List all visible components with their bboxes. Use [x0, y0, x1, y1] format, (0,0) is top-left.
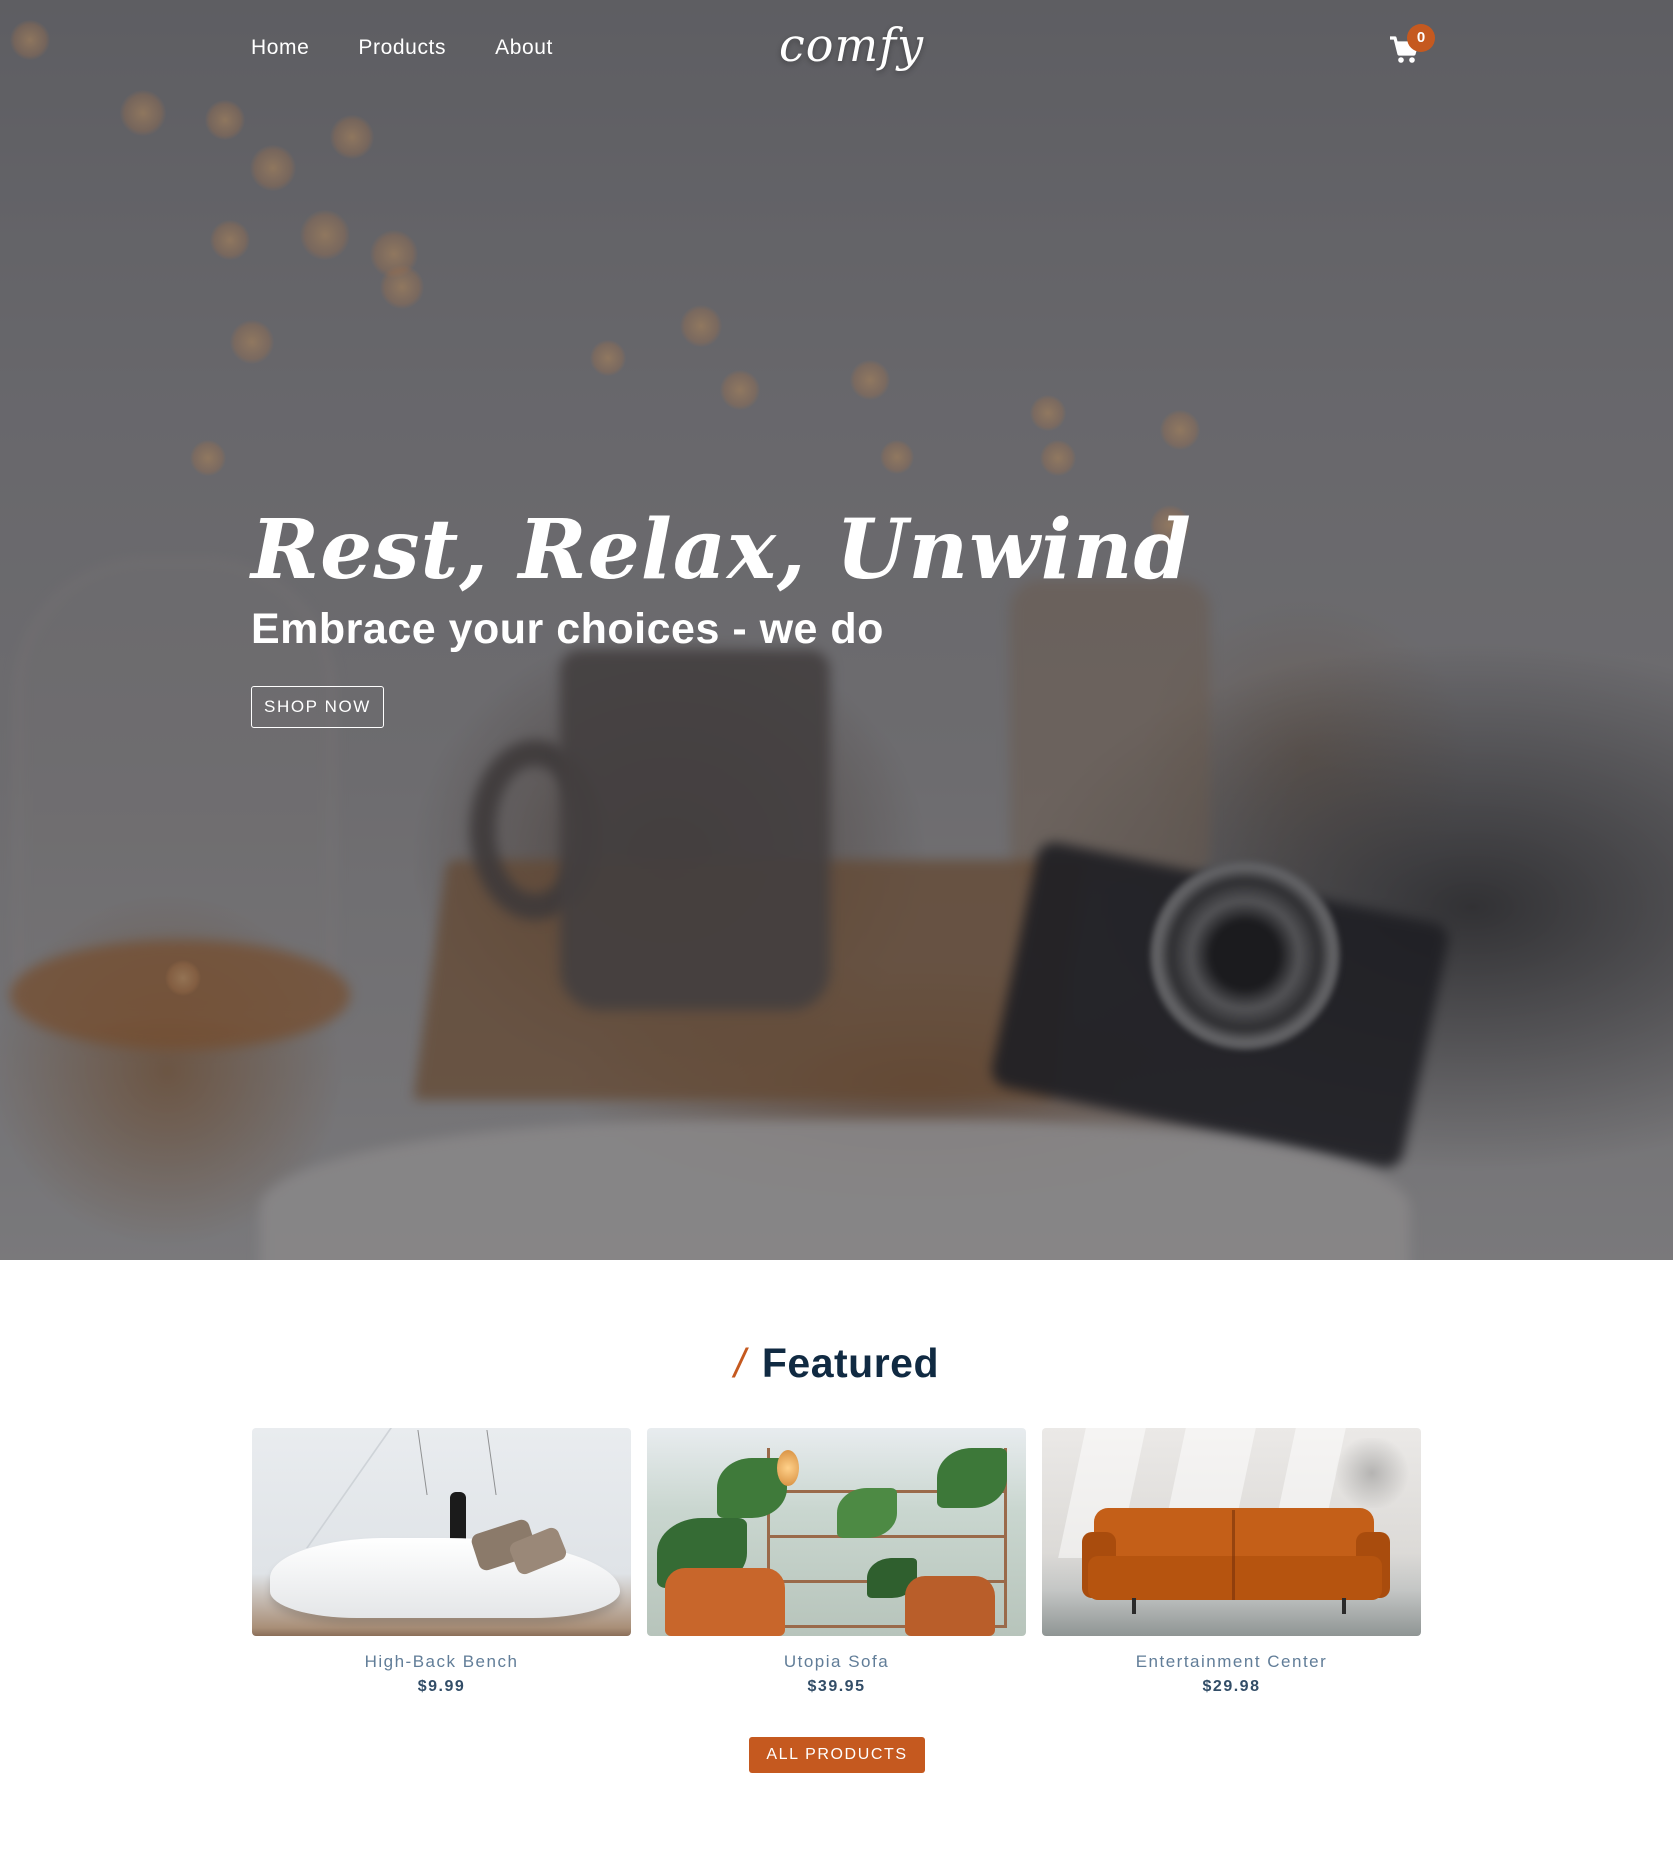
featured-section: / Featured High-Back Bench $9.99 Utopia … [0, 1260, 1673, 1852]
shopping-cart-icon [1388, 36, 1420, 70]
shop-now-button[interactable]: SHOP NOW [251, 686, 384, 729]
hero-title: Rest, Relax, Unwind [251, 502, 1192, 598]
plant-leaves [937, 1448, 1007, 1508]
heading-slash: / [733, 1340, 746, 1386]
product-image-entertainment-center[interactable] [1042, 1428, 1421, 1636]
wall-corner [252, 1428, 392, 1548]
featured-title-text: Featured [761, 1340, 940, 1386]
hero-banner: Home Products About comfy 0 Rest, Relax,… [0, 0, 1673, 1260]
plant-shadow [1332, 1438, 1412, 1508]
product-price: $29.98 [1202, 1678, 1261, 1695]
sofa-seam [1232, 1510, 1235, 1600]
all-products-button[interactable]: ALL PRODUCTS [749, 1737, 925, 1773]
product-name: Entertainment Center [1135, 1652, 1328, 1671]
hero-content: Rest, Relax, Unwind Embrace your choices… [251, 502, 1192, 729]
product-name: Utopia Sofa [783, 1652, 890, 1671]
orange-chair [665, 1568, 785, 1636]
product-image-sofa[interactable] [647, 1428, 1026, 1636]
decor-twigs [417, 1430, 497, 1495]
featured-products: High-Back Bench $9.99 Utopia Sofa $39.95 [252, 1428, 1421, 1696]
product-card[interactable]: Utopia Sofa $39.95 [647, 1428, 1026, 1696]
product-card[interactable]: High-Back Bench $9.99 [252, 1428, 631, 1696]
nav-links: Home Products About [251, 36, 553, 60]
hanging-lamp [777, 1450, 799, 1486]
sofa-leg [1342, 1598, 1346, 1614]
cart-count-badge: 0 [1407, 24, 1435, 52]
leather-sofa-seat [1088, 1556, 1382, 1600]
product-name: High-Back Bench [364, 1652, 519, 1671]
product-card[interactable]: Entertainment Center $29.98 [1042, 1428, 1421, 1696]
product-image-bench[interactable] [252, 1428, 631, 1636]
white-chaise [270, 1538, 620, 1618]
top-navbar: Home Products About comfy 0 [0, 0, 1673, 100]
sofa-leg [1132, 1598, 1136, 1614]
hero-subtitle: Embrace your choices - we do [251, 605, 884, 654]
brand-logo[interactable]: comfy [779, 18, 924, 72]
featured-heading: / Featured [0, 1340, 1673, 1387]
product-price: $9.99 [417, 1678, 466, 1695]
nav-link-products[interactable]: Products [358, 36, 446, 60]
cart-button[interactable]: 0 [1388, 24, 1435, 70]
product-price: $39.95 [807, 1678, 866, 1695]
nav-link-about[interactable]: About [495, 36, 553, 60]
orange-chair [905, 1576, 995, 1636]
plant-leaves [837, 1488, 897, 1538]
nav-link-home[interactable]: Home [251, 36, 309, 60]
